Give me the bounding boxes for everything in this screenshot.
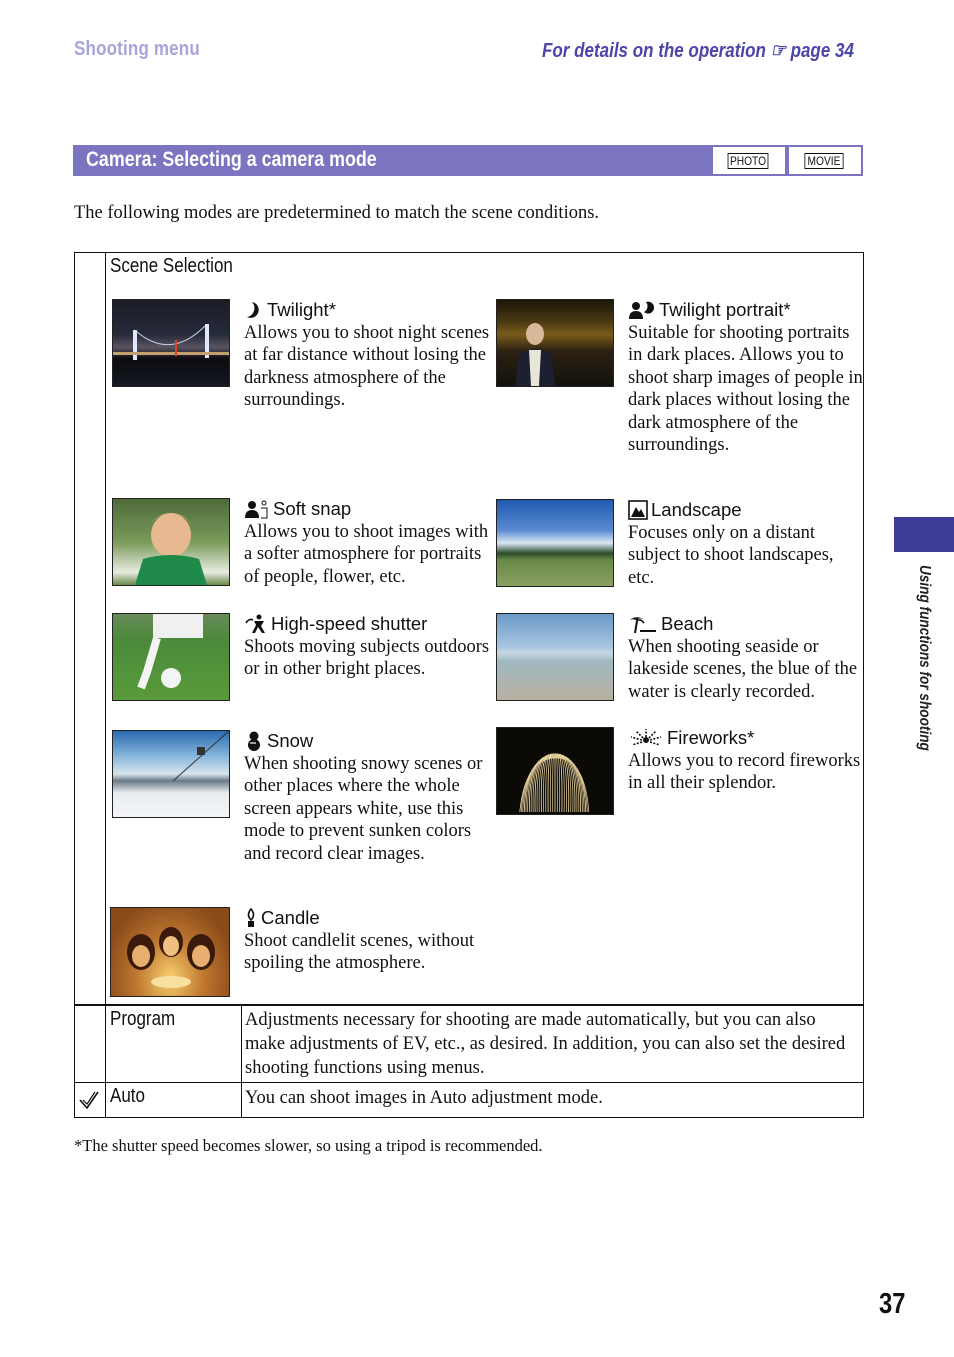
scene-title: Twilight portrait*: [659, 299, 791, 320]
section-bar: Camera: Selecting a camera mode PHOTO MO…: [73, 145, 863, 176]
photo-badge-box: PHOTO: [713, 147, 785, 174]
fireworks-icon: [628, 728, 664, 748]
auto-mode-description: You can shoot images in Auto adjustment …: [245, 1088, 603, 1108]
side-tab-marker: [894, 517, 954, 552]
movie-badge-box: MOVIE: [789, 147, 861, 174]
twilight-portrait-photo: [496, 299, 614, 387]
scene-description: Allows you to shoot night scenes at far …: [244, 323, 490, 411]
scene-title: Beach: [661, 613, 714, 634]
scene-title: Landscape: [651, 499, 742, 520]
twilight-photo: [112, 299, 230, 387]
snow-photo: [112, 730, 230, 818]
candle-icon: [244, 907, 258, 928]
firework-streak: [554, 753, 563, 813]
fireworks-photo: [496, 727, 614, 815]
auto-mode-label[interactable]: Auto: [110, 1085, 145, 1108]
photo-badge: PHOTO: [727, 153, 769, 169]
scene-title: Snow: [267, 730, 314, 751]
scene-title: Candle: [261, 907, 320, 928]
table-divider: [75, 1004, 863, 1006]
scene-description: Shoot candlelit scenes, without spoiling…: [244, 931, 475, 974]
candle-photo: [110, 907, 230, 997]
scene-title: High-speed shutter: [271, 613, 428, 634]
scene-selection-label: Scene Selection: [110, 255, 233, 277]
landscape-icon: [628, 500, 648, 520]
scene-title: Twilight*: [267, 299, 336, 320]
intro-text: The following modes are predetermined to…: [74, 203, 600, 223]
portrait-moon-icon: [628, 300, 656, 320]
soft-snap-photo: [112, 498, 230, 586]
operation-ref-page[interactable]: page 34: [791, 40, 854, 62]
operation-ref-text: For details on the operation: [542, 40, 766, 62]
program-mode-description: Adjustments necessary for shooting are m…: [245, 1010, 846, 1078]
operation-reference[interactable]: For details on the operation ☞ page 34: [542, 38, 854, 63]
scene-title: Fireworks*: [667, 727, 755, 748]
scene-description: Suitable for shooting portraits in dark …: [628, 323, 863, 456]
beach-photo: [496, 613, 614, 701]
movie-badge: MOVIE: [804, 153, 844, 169]
high-speed-shutter-photo: [112, 613, 230, 701]
scene-description: When shooting snowy scenes or other plac…: [244, 754, 483, 864]
table-divider: [105, 253, 106, 1117]
moon-icon: [244, 300, 264, 320]
landscape-photo: [496, 499, 614, 587]
table-divider: [75, 1082, 863, 1083]
program-mode-label[interactable]: Program: [110, 1008, 175, 1031]
snow-icon: [244, 731, 264, 751]
table-divider: [241, 1005, 242, 1117]
checkmark-icon: [78, 1089, 100, 1111]
beach-icon: [628, 614, 658, 634]
soft-snap-icon: [244, 499, 270, 519]
scene-description: When shooting seaside or lakeside scenes…: [628, 637, 858, 702]
firework-streak: [547, 753, 556, 813]
pointing-hand-icon: ☞: [770, 40, 786, 62]
scene-description: Focuses only on a distant subject to sho…: [628, 523, 834, 588]
mode-table: Scene Selection Twilight* Allows you to …: [74, 252, 864, 1118]
scene-description: Allows you to record fireworks in all th…: [628, 751, 861, 794]
scene-description: Shoots moving subjects outdoors or in ot…: [244, 637, 490, 680]
scene-description: Allows you to shoot images with a softer…: [244, 522, 489, 587]
scene-title: Soft snap: [273, 498, 352, 519]
section-title: Camera: Selecting a camera mode: [86, 148, 377, 171]
high-speed-shutter-icon: [244, 614, 268, 634]
footnote: *The shutter speed becomes slower, so us…: [74, 1136, 543, 1155]
header-section-label: Shooting menu: [74, 38, 200, 60]
side-tab-label: Using functions for shooting: [916, 565, 933, 751]
page-number: 37: [879, 1288, 906, 1320]
